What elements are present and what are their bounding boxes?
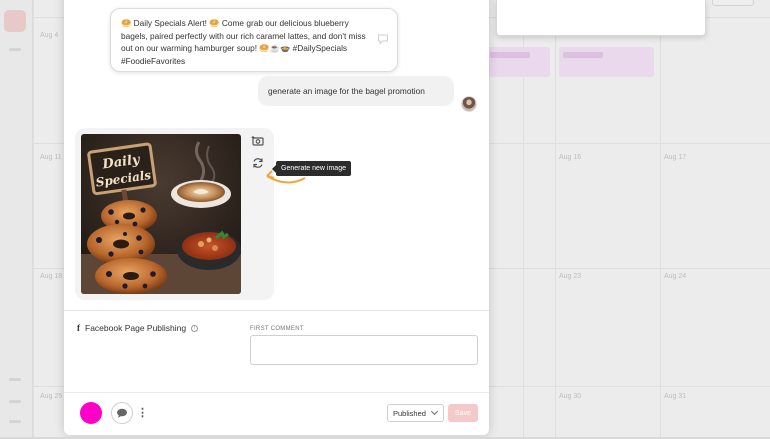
avatar bbox=[461, 96, 477, 112]
calendar-date: Aug 30 bbox=[559, 393, 582, 400]
calendar-date: Aug 18 bbox=[40, 273, 63, 280]
facebook-publishing-label: Facebook Page Publishing bbox=[85, 323, 187, 333]
calendar-date: Aug 16 bbox=[559, 154, 582, 161]
generated-image[interactable]: Daily Specials bbox=[81, 134, 241, 294]
sidebar-item[interactable] bbox=[9, 48, 21, 51]
calendar-event[interactable] bbox=[559, 47, 654, 77]
ai-message-text: 🥯 Daily Specials Alert! 🥯 Come grab our … bbox=[121, 18, 366, 66]
annotation-arrow-icon bbox=[266, 170, 306, 184]
user-message-bubble: generate an image for the bagel promotio… bbox=[258, 76, 454, 106]
generated-image-card: Daily Specials bbox=[75, 128, 274, 300]
calendar-date: Aug 4 bbox=[40, 32, 59, 39]
calendar-date: Aug 11 bbox=[40, 154, 62, 161]
comment-button[interactable] bbox=[111, 402, 133, 424]
footer-divider bbox=[64, 392, 489, 393]
status-dropdown[interactable]: Published bbox=[387, 404, 444, 422]
chat-bubble-icon[interactable] bbox=[377, 33, 389, 45]
ai-message-bubble: 🥯 Daily Specials Alert! 🥯 Come grab our … bbox=[110, 8, 398, 72]
app-logo[interactable] bbox=[4, 10, 26, 32]
app-sidebar bbox=[0, 0, 33, 439]
sidebar-item[interactable] bbox=[9, 420, 21, 423]
chevron-down-icon bbox=[430, 407, 438, 416]
speech-bubble-icon bbox=[117, 408, 127, 418]
calendar-event[interactable] bbox=[486, 47, 550, 77]
post-editor-modal: 🥯 Daily Specials Alert! 🥯 Come grab our … bbox=[64, 0, 489, 435]
calendar-date: Aug 25 bbox=[40, 393, 63, 400]
info-icon[interactable]: i bbox=[191, 324, 199, 332]
section-divider bbox=[64, 310, 489, 311]
calendar-date: Aug 24 bbox=[664, 273, 687, 280]
status-value: Published bbox=[393, 408, 426, 418]
facebook-icon: f bbox=[77, 323, 80, 333]
calendar-date: Aug 23 bbox=[559, 273, 582, 280]
sidebar-item[interactable] bbox=[9, 400, 21, 403]
user-message-text: generate an image for the bagel promotio… bbox=[268, 86, 425, 96]
calendar-date: Aug 31 bbox=[664, 393, 687, 400]
color-picker[interactable] bbox=[80, 402, 102, 424]
header-button[interactable] bbox=[712, 0, 754, 6]
popover-panel bbox=[496, 0, 706, 36]
add-image-icon[interactable] bbox=[251, 134, 265, 148]
save-button[interactable]: Save bbox=[448, 404, 478, 422]
first-comment-input[interactable] bbox=[250, 335, 478, 365]
first-comment-label: FIRST COMMENT bbox=[250, 326, 304, 332]
more-options-icon[interactable]: ⋮ bbox=[137, 406, 148, 420]
facebook-publishing-header: f Facebook Page Publishing i bbox=[77, 323, 199, 333]
calendar-date: Aug 17 bbox=[664, 154, 687, 161]
sidebar-item[interactable] bbox=[9, 378, 21, 381]
